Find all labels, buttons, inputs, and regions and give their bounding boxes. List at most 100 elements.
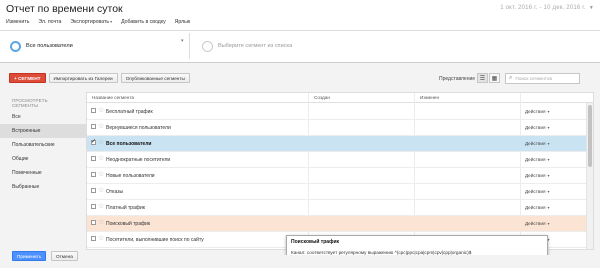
- actions-label: Действия: [525, 189, 546, 194]
- table-row[interactable]: ☆ Отказы Действия ▾: [87, 184, 586, 200]
- segment-table: Название сегмента Создан Изменен ☆ Беспла…: [86, 92, 594, 250]
- sidebar-item-starred[interactable]: Помеченные: [0, 166, 86, 180]
- column-header-name[interactable]: Название сегмента: [92, 95, 134, 100]
- segment-name[interactable]: Поисковый трафик: [106, 221, 150, 227]
- star-icon[interactable]: ☆: [98, 138, 104, 146]
- tooltip-title: Поисковый трафик: [291, 239, 340, 245]
- segment-circle-icon: [202, 40, 213, 52]
- search-input[interactable]: [515, 76, 576, 81]
- segment-search[interactable]: ⌕: [505, 73, 580, 84]
- shared-segments-button[interactable]: Опубликованные сегменты: [120, 73, 190, 83]
- star-icon[interactable]: ☆: [98, 170, 104, 178]
- menu-edit[interactable]: Изменить: [6, 19, 29, 25]
- segment-name[interactable]: Неоднократные посетители: [106, 157, 170, 163]
- column-header-created[interactable]: Создан: [314, 95, 330, 100]
- segment-name[interactable]: Отказы: [106, 189, 123, 195]
- segment-circle-icon: [10, 40, 21, 52]
- segment-name[interactable]: Бесплатный трафик: [106, 109, 153, 115]
- star-icon[interactable]: ☆: [98, 186, 104, 194]
- table-row[interactable]: ☆ Новые пользователи Действия ▾: [87, 168, 586, 184]
- actions-label: Действия: [525, 205, 546, 210]
- star-icon[interactable]: ☆: [98, 122, 104, 130]
- cancel-button[interactable]: Отмена: [51, 251, 78, 261]
- table-row[interactable]: ☆ Неоднократные посетители Действия ▾: [87, 152, 586, 168]
- row-checkbox[interactable]: [91, 220, 96, 225]
- actions-menu[interactable]: Действия▾: [525, 157, 550, 162]
- new-segment-button[interactable]: + СЕГМЕНТ: [9, 73, 46, 83]
- actions-label: Действия: [525, 109, 546, 114]
- list-view-button[interactable]: ☰: [477, 73, 488, 83]
- sidebar-item-shared[interactable]: Общие: [0, 152, 86, 166]
- apply-button[interactable]: Применить: [12, 251, 47, 261]
- table-row[interactable]: ☆Все пользователи Действия▾: [87, 136, 586, 152]
- star-icon[interactable]: ☆: [98, 154, 104, 162]
- chevron-down-icon: ▾: [547, 173, 550, 178]
- segment-name[interactable]: Все пользователи: [106, 141, 151, 147]
- menu-export[interactable]: Экспортировать▾: [70, 19, 112, 25]
- grid-view-button[interactable]: ▦: [489, 73, 500, 83]
- view-label: Представление: [439, 76, 476, 82]
- column-header-modified[interactable]: Изменен: [420, 95, 439, 100]
- row-checkbox[interactable]: [91, 172, 96, 177]
- menu-add-to-dashboard[interactable]: Добавить в сводку: [121, 19, 166, 25]
- actions-label: Действия: [525, 141, 546, 146]
- list-view-icon: ☰: [479, 75, 486, 82]
- chevron-down-icon: ▾: [547, 205, 550, 210]
- segment-name[interactable]: Вернувшиеся пользователи: [106, 125, 171, 131]
- date-range[interactable]: 1 окт. 2016 г. - 10 дек. 2016 г. ▼: [500, 5, 594, 11]
- table-row[interactable]: ☆ Бесплатный трафик Действия ▾: [87, 104, 586, 120]
- segment-slot-all-users[interactable]: Все пользователи: [10, 37, 190, 55]
- star-icon[interactable]: ☆: [98, 106, 104, 114]
- sidebar-item-custom[interactable]: Пользовательские: [0, 138, 86, 152]
- menu-export-label: Экспортировать: [70, 19, 110, 25]
- chevron-down-icon[interactable]: ▾: [181, 38, 184, 44]
- table-scrollbar[interactable]: [586, 103, 593, 249]
- star-icon[interactable]: ☆: [98, 218, 104, 226]
- segment-toolbar: + СЕГМЕНТ Импортировать из Галереи Опубл…: [9, 73, 190, 83]
- table-row[interactable]: ☆ Вернувшиеся пользователи Действия ▾: [87, 120, 586, 136]
- actions-menu[interactable]: Действия▾: [525, 205, 550, 210]
- row-checkbox[interactable]: [91, 204, 96, 209]
- chevron-down-icon: ▾: [547, 189, 550, 194]
- segment-name[interactable]: Новые пользователи: [106, 173, 155, 179]
- row-checkbox[interactable]: [91, 124, 96, 129]
- table-row[interactable]: ☆ Платный трафик Действия ▾: [87, 200, 586, 216]
- actions-menu[interactable]: Действия▾: [525, 173, 550, 178]
- row-checkbox[interactable]: [91, 236, 96, 241]
- menu-email[interactable]: Эл. почта: [38, 19, 61, 25]
- actions-menu[interactable]: Действия▾: [525, 109, 550, 114]
- segment-filter-sidebar: ПРОСМОТРЕТЬ СЕГМЕНТЫ Все Встроенные Поль…: [0, 96, 86, 194]
- menu-shortcut[interactable]: Ярлык: [175, 19, 190, 25]
- star-icon[interactable]: ☆: [98, 234, 104, 242]
- actions-menu[interactable]: Действия▾: [525, 125, 550, 130]
- scrollbar-thumb[interactable]: [588, 105, 592, 167]
- date-range-text: 1 окт. 2016 г. - 10 дек. 2016 г.: [500, 5, 586, 11]
- table-header: Название сегмента Создан Изменен: [87, 93, 593, 103]
- page-title: Отчет по времени суток: [6, 3, 123, 15]
- actions-menu[interactable]: Действия▾: [525, 141, 550, 146]
- actions-menu[interactable]: Действия▾: [525, 189, 550, 194]
- segment-name[interactable]: Посетители, выполнившие поиск по сайту: [106, 237, 204, 243]
- row-checkbox[interactable]: [91, 156, 96, 161]
- chevron-down-icon: ▾: [547, 109, 550, 114]
- row-checkbox[interactable]: [91, 138, 96, 145]
- segment-name[interactable]: Платный трафик: [106, 205, 145, 211]
- row-checkbox[interactable]: [91, 108, 96, 113]
- sidebar-item-system[interactable]: Встроенные: [0, 124, 86, 138]
- actions-menu[interactable]: Действия▾: [525, 221, 550, 226]
- actions-label: Действия: [525, 125, 546, 130]
- actions-label: Действия: [525, 221, 546, 226]
- actions-label: Действия: [525, 157, 546, 162]
- segment-slot-empty[interactable]: Выберите сегмент из списка: [202, 37, 292, 55]
- table-row[interactable]: ☆ Поисковый трафик Действия ▾: [87, 216, 586, 232]
- row-checkbox[interactable]: [91, 188, 96, 193]
- chevron-down-icon: ▼: [588, 5, 594, 11]
- star-icon[interactable]: ☆: [98, 202, 104, 210]
- chevron-down-icon: ▾: [110, 19, 113, 24]
- sidebar-item-all[interactable]: Все: [0, 110, 86, 124]
- footer-bar: [0, 255, 600, 268]
- import-gallery-button[interactable]: Импортировать из Галереи: [48, 73, 118, 83]
- actions-label: Действия: [525, 173, 546, 178]
- sidebar-header: ПРОСМОТРЕТЬ СЕГМЕНТЫ: [12, 98, 48, 108]
- sidebar-item-selected[interactable]: Выбранные: [0, 180, 86, 194]
